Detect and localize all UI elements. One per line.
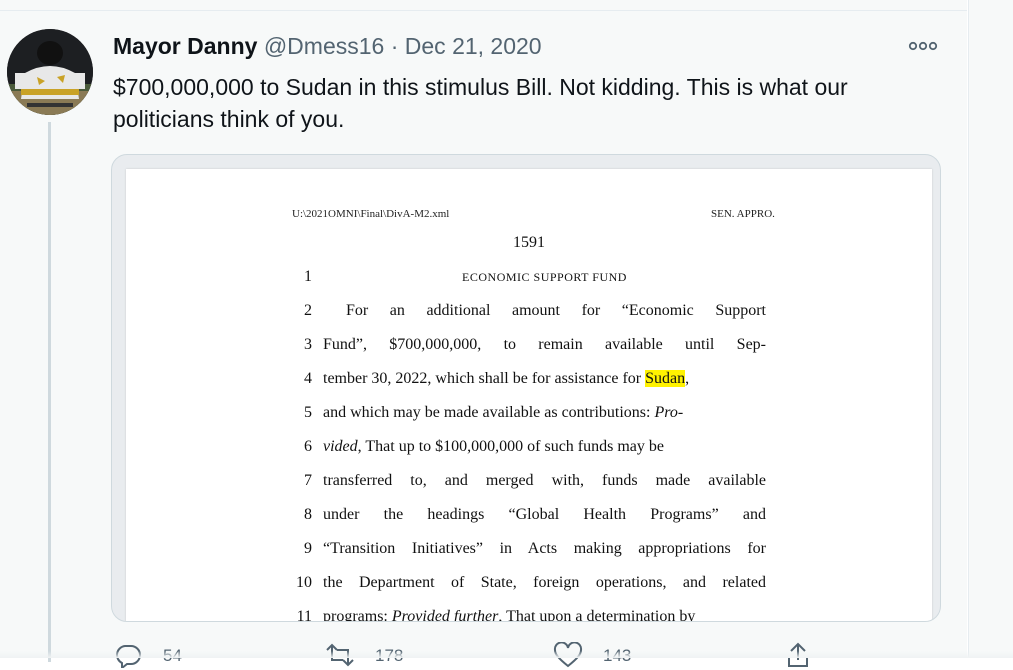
- line-text: Fund”, $700,000,000, to remain available…: [323, 336, 766, 353]
- document-line: 2 For an additional amount for “Economic…: [286, 297, 786, 325]
- document-line: 7 transferred to, and merged with, funds…: [286, 467, 786, 495]
- document-line: 6 vided, That up to $100,000,000 of such…: [286, 433, 786, 461]
- line-text: the Department of State, foreign operati…: [323, 574, 766, 591]
- line-text: “Transition Initiatives” in Acts making …: [323, 540, 766, 557]
- tweet-media[interactable]: U:\2021OMNI\Final\DivA-M2.xml SEN. APPRO…: [111, 154, 941, 622]
- line-number: 4: [304, 370, 312, 387]
- display-name[interactable]: Mayor Danny: [113, 33, 257, 59]
- document-line: 5 and which may be made available as con…: [286, 399, 786, 427]
- document-line: 9 “Transition Initiatives” in Acts makin…: [286, 535, 786, 563]
- thread-line: [48, 122, 51, 662]
- avatar[interactable]: [7, 29, 93, 115]
- line-text-italic: vided: [323, 438, 358, 455]
- line-text-part: tember 30, 2022, which shall be for assi…: [323, 370, 646, 387]
- line-text-part: and which may be made available as contr…: [323, 404, 655, 421]
- line-number: 5: [304, 404, 312, 421]
- timeline-divider: [0, 0, 967, 11]
- line-text-part: , That upon a determination by: [498, 608, 696, 622]
- line-number: 7: [304, 472, 312, 489]
- line-text: For an additional amount for “Economic S…: [346, 302, 766, 319]
- line-text: vided, That up to $100,000,000 of such f…: [323, 433, 766, 461]
- line-number: 3: [304, 336, 312, 353]
- line-text-part: , That up to $100,000,000 of such funds …: [357, 438, 664, 455]
- document-line: 4 tember 30, 2022, which shall be for as…: [286, 365, 786, 393]
- line-number: 1: [304, 268, 312, 285]
- avatar-image: [7, 29, 93, 115]
- line-number: 11: [296, 608, 312, 622]
- bottom-fade: [0, 651, 1013, 658]
- document-path: U:\2021OMNI\Final\DivA-M2.xml: [292, 208, 450, 220]
- right-gutter: [968, 0, 1013, 658]
- line-text: and which may be made available as contr…: [323, 399, 766, 427]
- document-line: 8 under the headings “Global Health Prog…: [286, 501, 786, 529]
- highlighted-word: Sudan: [645, 370, 686, 387]
- handle[interactable]: @Dmess16: [264, 33, 385, 59]
- line-number: 6: [304, 438, 312, 455]
- document-committee: SEN. APPRO.: [711, 208, 775, 220]
- document-line: 3 Fund”, $700,000,000, to remain availab…: [286, 331, 786, 359]
- line-number: 9: [304, 540, 312, 557]
- line-text: ECONOMIC SUPPORT FUND: [462, 270, 627, 284]
- line-text-italic: Pro-: [654, 404, 684, 421]
- line-text-italic: Provided further: [391, 608, 499, 622]
- line-number: 10: [296, 574, 312, 591]
- line-number: 8: [304, 506, 312, 523]
- line-text: under the headings “Global Health Progra…: [323, 506, 766, 523]
- line-text-part: ,: [685, 370, 690, 387]
- document-line: 11 programs: Provided further, That upon…: [286, 603, 786, 622]
- line-text-part: programs:: [323, 608, 392, 622]
- document-line: 10 the Department of State, foreign oper…: [286, 569, 786, 597]
- line-text: transferred to, and merged with, funds m…: [323, 472, 766, 489]
- document-line: 1 ECONOMIC SUPPORT FUND: [286, 263, 786, 291]
- line-text: programs: Provided further, That upon a …: [323, 603, 766, 622]
- tweet-text: $700,000,000 to Sudan in this stimulus B…: [113, 74, 848, 132]
- line-number: 2: [304, 302, 312, 319]
- document-page-number: 1591: [513, 234, 545, 251]
- line-text: tember 30, 2022, which shall be for assi…: [323, 365, 766, 393]
- bill-document-image: U:\2021OMNI\Final\DivA-M2.xml SEN. APPRO…: [126, 169, 932, 622]
- header-separator: ·: [390, 33, 399, 59]
- tweet-date[interactable]: Dec 21, 2020: [405, 33, 542, 59]
- timeline: Mayor Danny @Dmess16 · Dec 21, 2020 $700…: [0, 0, 967, 668]
- tweet-header: Mayor Danny @Dmess16 · Dec 21, 2020: [113, 31, 542, 61]
- more-options-icon[interactable]: [907, 36, 939, 56]
